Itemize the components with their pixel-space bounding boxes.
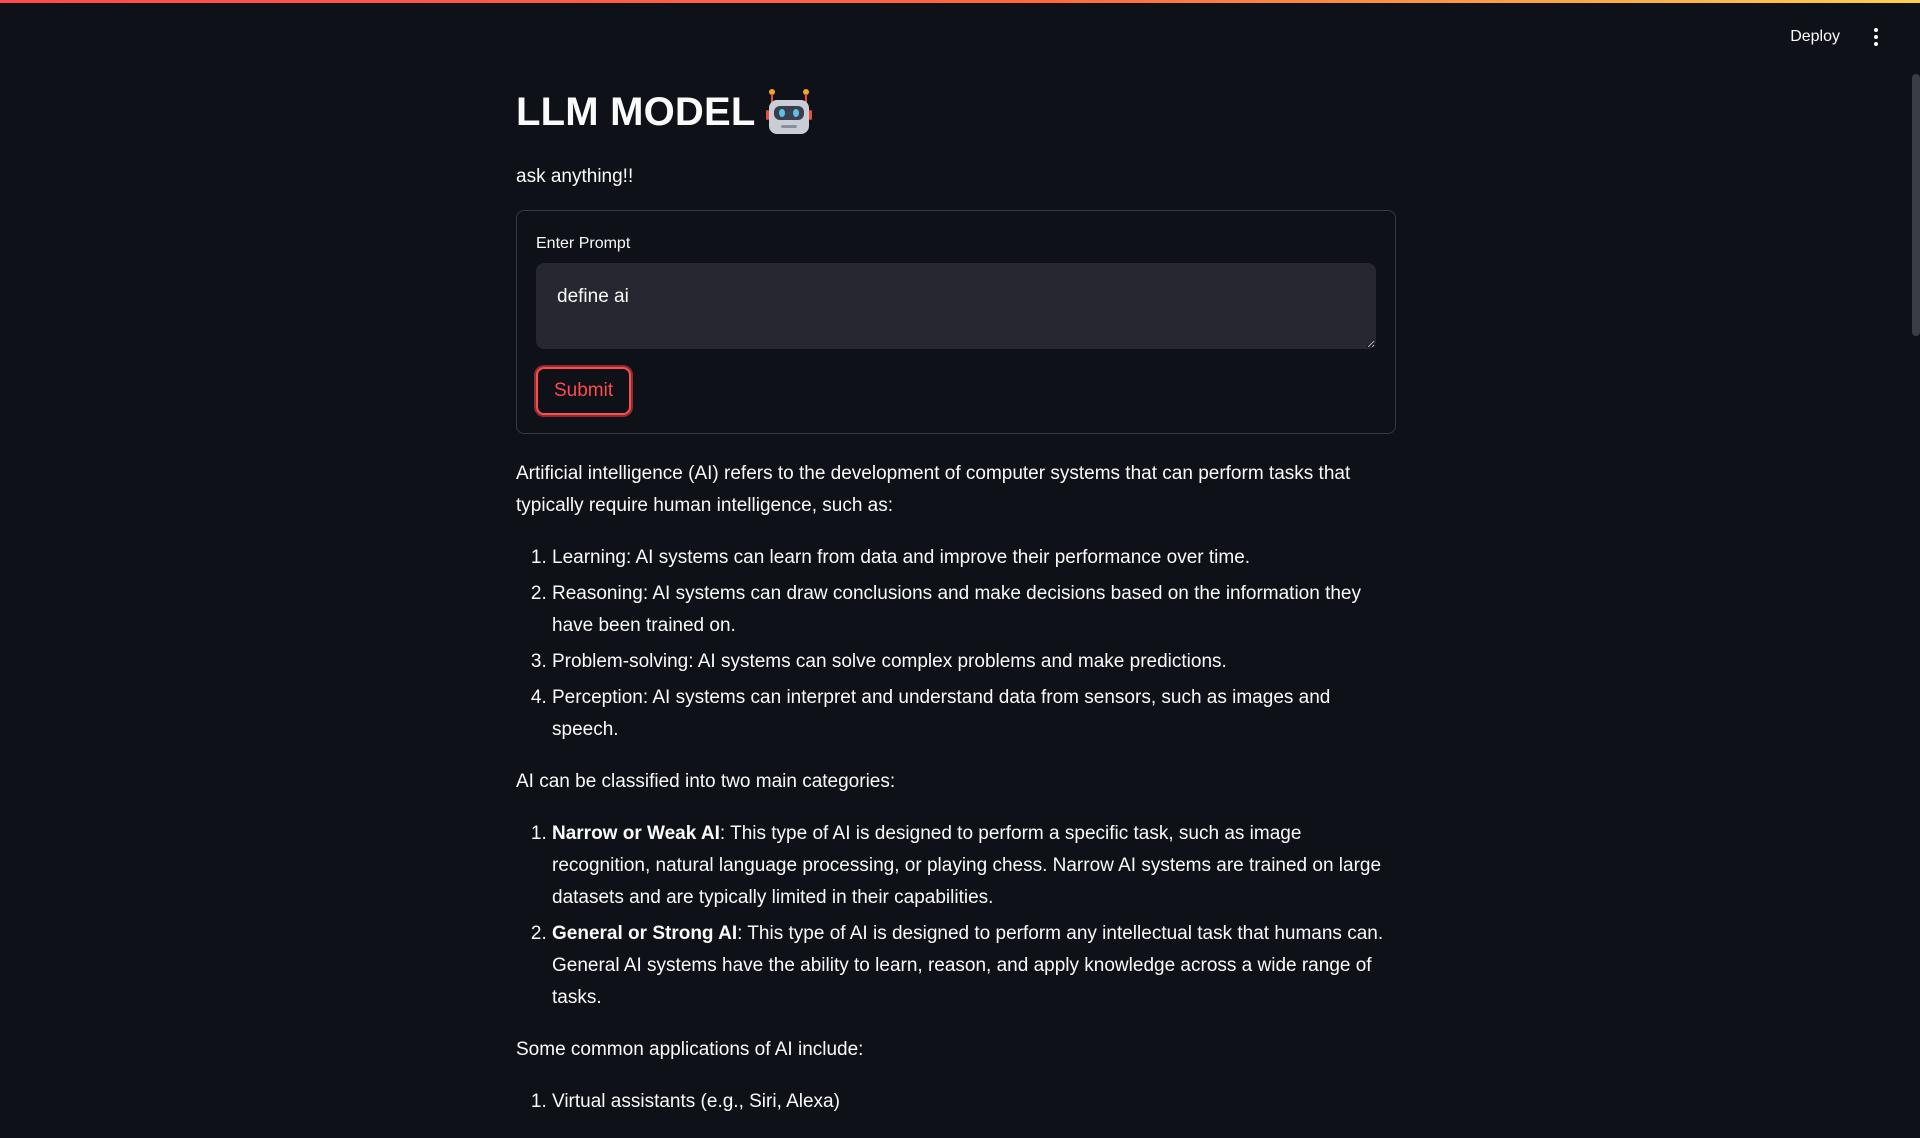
list-item: Virtual assistants (e.g., Siri, Alexa): [552, 1086, 1396, 1118]
submit-button[interactable]: Submit: [536, 367, 632, 415]
scrollbar-thumb[interactable]: [1912, 74, 1920, 336]
kebab-menu-icon[interactable]: [1866, 24, 1886, 50]
top-accent-bar: [0, 0, 1920, 3]
capabilities-list: Learning: AI systems can learn from data…: [516, 542, 1396, 746]
response-output: Artificial intelligence (AI) refers to t…: [516, 458, 1396, 1118]
page-title-text: LLM MODEL: [516, 89, 756, 134]
response-intro: Artificial intelligence (AI) refers to t…: [516, 463, 1351, 516]
list-item: Learning: AI systems can learn from data…: [552, 542, 1396, 574]
categories-list: Narrow or Weak AI: This type of AI is de…: [516, 818, 1396, 1014]
page-subtitle: ask anything!!: [516, 166, 634, 187]
categories-intro: AI can be classified into two main categ…: [516, 771, 896, 792]
main-content: LLM MODEL ask anything!! Enter Prompt de…: [516, 80, 1396, 1138]
prompt-label: Enter Prompt: [536, 235, 631, 252]
category-term: General or Strong AI: [552, 923, 738, 944]
page-title: LLM MODEL: [516, 80, 1396, 144]
list-item: General or Strong AI: This type of AI is…: [552, 918, 1396, 1014]
prompt-input[interactable]: define ai: [536, 263, 1376, 349]
list-item: Problem-solving: AI systems can solve co…: [552, 646, 1396, 678]
prompt-form: Enter Prompt define ai Submit: [516, 210, 1396, 434]
category-term: Narrow or Weak AI: [552, 823, 720, 844]
deploy-button[interactable]: Deploy: [1790, 28, 1840, 46]
list-item: Perception: AI systems can interpret and…: [552, 682, 1396, 746]
robot-icon: [765, 89, 812, 134]
applications-intro: Some common applications of AI include:: [516, 1039, 864, 1060]
applications-list: Virtual assistants (e.g., Siri, Alexa): [516, 1086, 1396, 1118]
list-item: Narrow or Weak AI: This type of AI is de…: [552, 818, 1396, 914]
app-header: Deploy: [1790, 24, 1886, 50]
list-item: Reasoning: AI systems can draw conclusio…: [552, 578, 1396, 642]
